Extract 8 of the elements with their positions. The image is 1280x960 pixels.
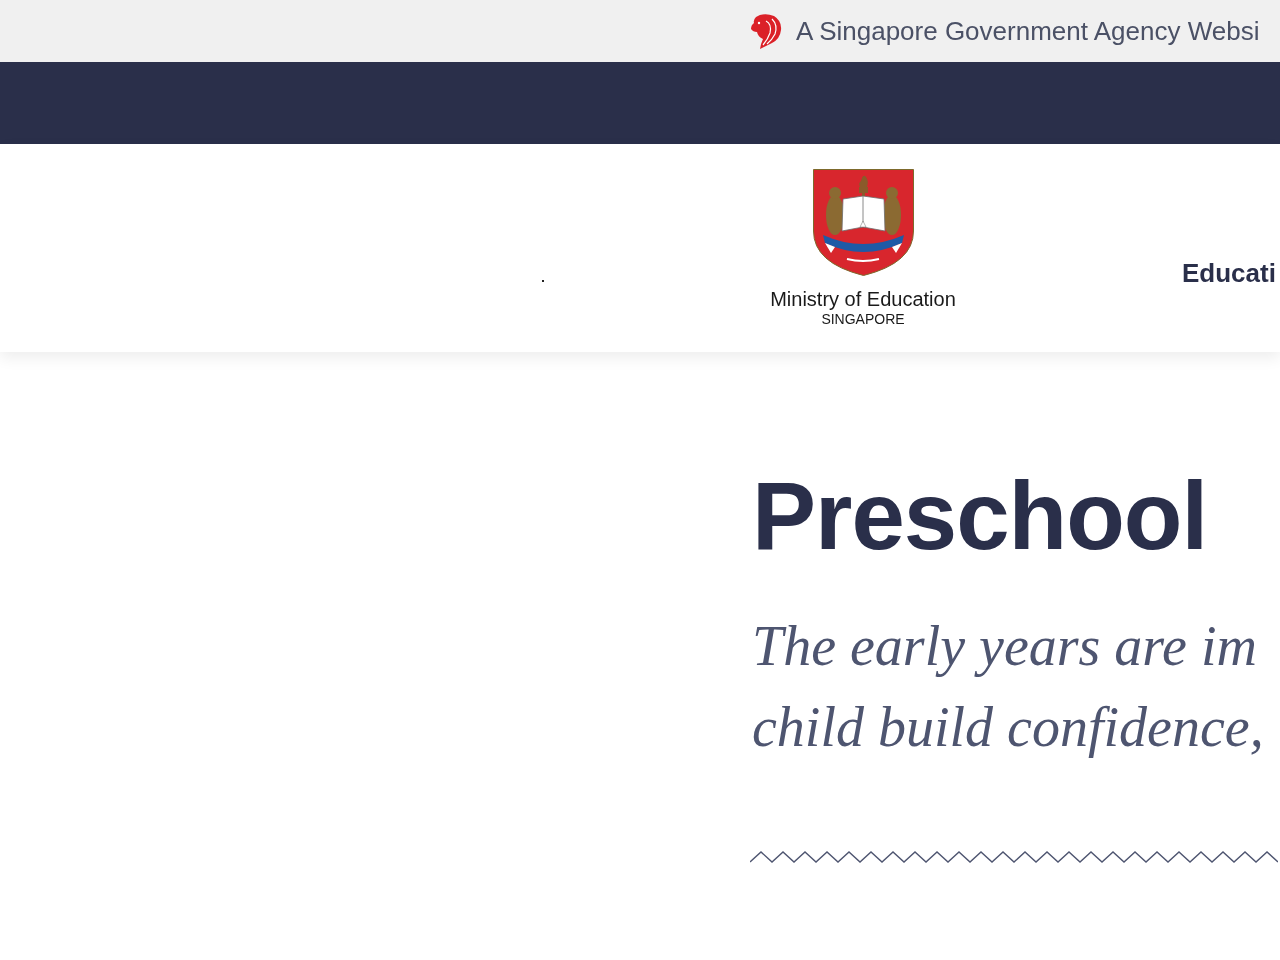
logo-country: SINGAPORE — [821, 311, 905, 328]
masthead-text: A Singapore Government Agency Websi — [796, 15, 1260, 47]
logo-name: Ministry of Education — [770, 287, 956, 311]
site-logo[interactable]: Ministry of Education SINGAPORE — [765, 169, 961, 328]
page-title: Preschool — [752, 461, 1208, 571]
lion-head-icon — [750, 13, 782, 49]
nav-link[interactable]: Educati — [1182, 257, 1276, 289]
intro-paragraph: The early years are im child build confidence, — [752, 614, 1264, 760]
